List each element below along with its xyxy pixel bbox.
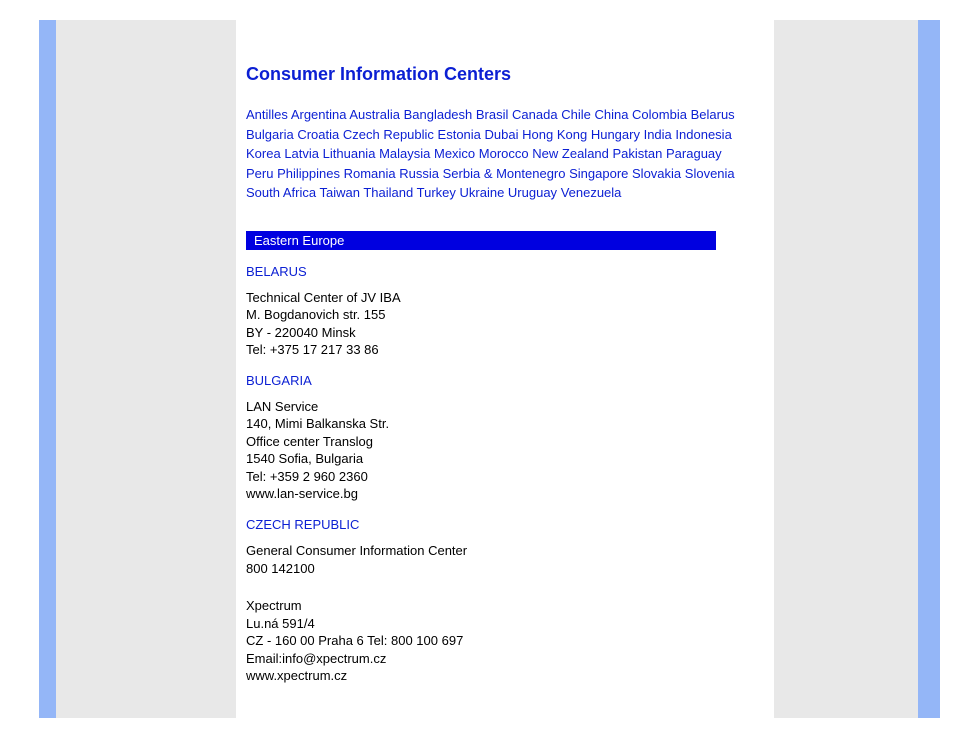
nav-link-thailand[interactable]: Thailand xyxy=(363,185,413,200)
country-heading-belarus: BELARUS xyxy=(246,264,764,279)
nav-link-croatia[interactable]: Croatia xyxy=(297,127,339,142)
nav-link-turkey[interactable]: Turkey xyxy=(417,185,456,200)
nav-link-dubai[interactable]: Dubai xyxy=(485,127,519,142)
nav-link-lithuania[interactable]: Lithuania xyxy=(323,146,376,161)
country-block-belarus: Technical Center of JV IBAM. Bogdanovich… xyxy=(246,289,764,359)
nav-link-peru[interactable]: Peru xyxy=(246,166,273,181)
country-block-czech-2: XpectrumLu.ná 591/4CZ - 160 00 Praha 6 T… xyxy=(246,597,764,685)
region-header: Eastern Europe xyxy=(246,231,716,250)
address-line: 1540 Sofia, Bulgaria xyxy=(246,450,764,468)
address-line: Tel: +375 17 217 33 86 xyxy=(246,341,764,359)
nav-link-colombia[interactable]: Colombia xyxy=(632,107,687,122)
address-line: Office center Translog xyxy=(246,433,764,451)
nav-link-chile[interactable]: Chile xyxy=(561,107,591,122)
nav-link-malaysia[interactable]: Malaysia xyxy=(379,146,430,161)
nav-link-hong-kong[interactable]: Hong Kong xyxy=(522,127,587,142)
nav-link-argentina[interactable]: Argentina xyxy=(291,107,347,122)
country-block-bulgaria: LAN Service140, Mimi Balkanska Str.Offic… xyxy=(246,398,764,503)
page-outer: Consumer Information Centers Antilles Ar… xyxy=(0,0,954,738)
nav-link-russia[interactable]: Russia xyxy=(399,166,439,181)
address-line: M. Bogdanovich str. 155 xyxy=(246,306,764,324)
address-line: 800 142100 xyxy=(246,560,764,578)
nav-link-korea[interactable]: Korea xyxy=(246,146,281,161)
address-line: Lu.ná 591/4 xyxy=(246,615,764,633)
nav-link-antilles[interactable]: Antilles xyxy=(246,107,288,122)
nav-link-hungary[interactable]: Hungary xyxy=(591,127,640,142)
nav-link-uruguay[interactable]: Uruguay xyxy=(508,185,557,200)
nav-link-bangladesh[interactable]: Bangladesh xyxy=(404,107,473,122)
nav-link-india[interactable]: India xyxy=(644,127,672,142)
country-block-czech-1: General Consumer Information Center800 1… xyxy=(246,542,764,577)
nav-link-mexico[interactable]: Mexico xyxy=(434,146,475,161)
country-heading-czech: CZECH REPUBLIC xyxy=(246,517,764,532)
nav-link-serbia-montenegro[interactable]: Serbia & Montenegro xyxy=(443,166,566,181)
gray-column-right xyxy=(774,20,918,718)
nav-link-romania[interactable]: Romania xyxy=(344,166,396,181)
country-heading-bulgaria: BULGARIA xyxy=(246,373,764,388)
nav-link-bulgaria[interactable]: Bulgaria xyxy=(246,127,294,142)
nav-link-slovakia[interactable]: Slovakia xyxy=(632,166,681,181)
nav-link-estonia[interactable]: Estonia xyxy=(438,127,481,142)
nav-link-paraguay[interactable]: Paraguay xyxy=(666,146,722,161)
nav-link-ukraine[interactable]: Ukraine xyxy=(460,185,505,200)
nav-link-belarus[interactable]: Belarus xyxy=(691,107,735,122)
nav-link-pakistan[interactable]: Pakistan xyxy=(613,146,663,161)
address-line: Xpectrum xyxy=(246,597,764,615)
address-line: 140, Mimi Balkanska Str. xyxy=(246,415,764,433)
nav-link-slovenia[interactable]: Slovenia xyxy=(685,166,735,181)
gray-column-left xyxy=(56,20,236,718)
address-line: Technical Center of JV IBA xyxy=(246,289,764,307)
address-line: CZ - 160 00 Praha 6 Tel: 800 100 697 xyxy=(246,632,764,650)
nav-link-singapore[interactable]: Singapore xyxy=(569,166,628,181)
nav-link-china[interactable]: China xyxy=(594,107,628,122)
decor-bar-left xyxy=(39,20,56,718)
address-line: Email:info@xpectrum.cz xyxy=(246,650,764,668)
nav-link-canada[interactable]: Canada xyxy=(512,107,558,122)
nav-link-indonesia[interactable]: Indonesia xyxy=(675,127,731,142)
address-line: Tel: +359 2 960 2360 xyxy=(246,468,764,486)
nav-link-south-africa[interactable]: South Africa xyxy=(246,185,316,200)
country-nav-links: Antilles Argentina Australia Bangladesh … xyxy=(246,105,736,203)
address-line: LAN Service xyxy=(246,398,764,416)
decor-bar-right xyxy=(918,20,940,718)
page-title: Consumer Information Centers xyxy=(246,64,764,85)
nav-link-new-zealand[interactable]: New Zealand xyxy=(532,146,609,161)
nav-link-philippines[interactable]: Philippines xyxy=(277,166,340,181)
address-line: www.xpectrum.cz xyxy=(246,667,764,685)
content-area: Consumer Information Centers Antilles Ar… xyxy=(236,20,774,718)
nav-link-czech-republic[interactable]: Czech Republic xyxy=(343,127,434,142)
nav-link-brasil[interactable]: Brasil xyxy=(476,107,509,122)
nav-link-morocco[interactable]: Morocco xyxy=(479,146,529,161)
address-line: BY - 220040 Minsk xyxy=(246,324,764,342)
nav-link-latvia[interactable]: Latvia xyxy=(284,146,319,161)
nav-link-venezuela[interactable]: Venezuela xyxy=(561,185,622,200)
nav-link-taiwan[interactable]: Taiwan xyxy=(320,185,360,200)
address-line: www.lan-service.bg xyxy=(246,485,764,503)
nav-link-australia[interactable]: Australia xyxy=(349,107,400,122)
address-line: General Consumer Information Center xyxy=(246,542,764,560)
